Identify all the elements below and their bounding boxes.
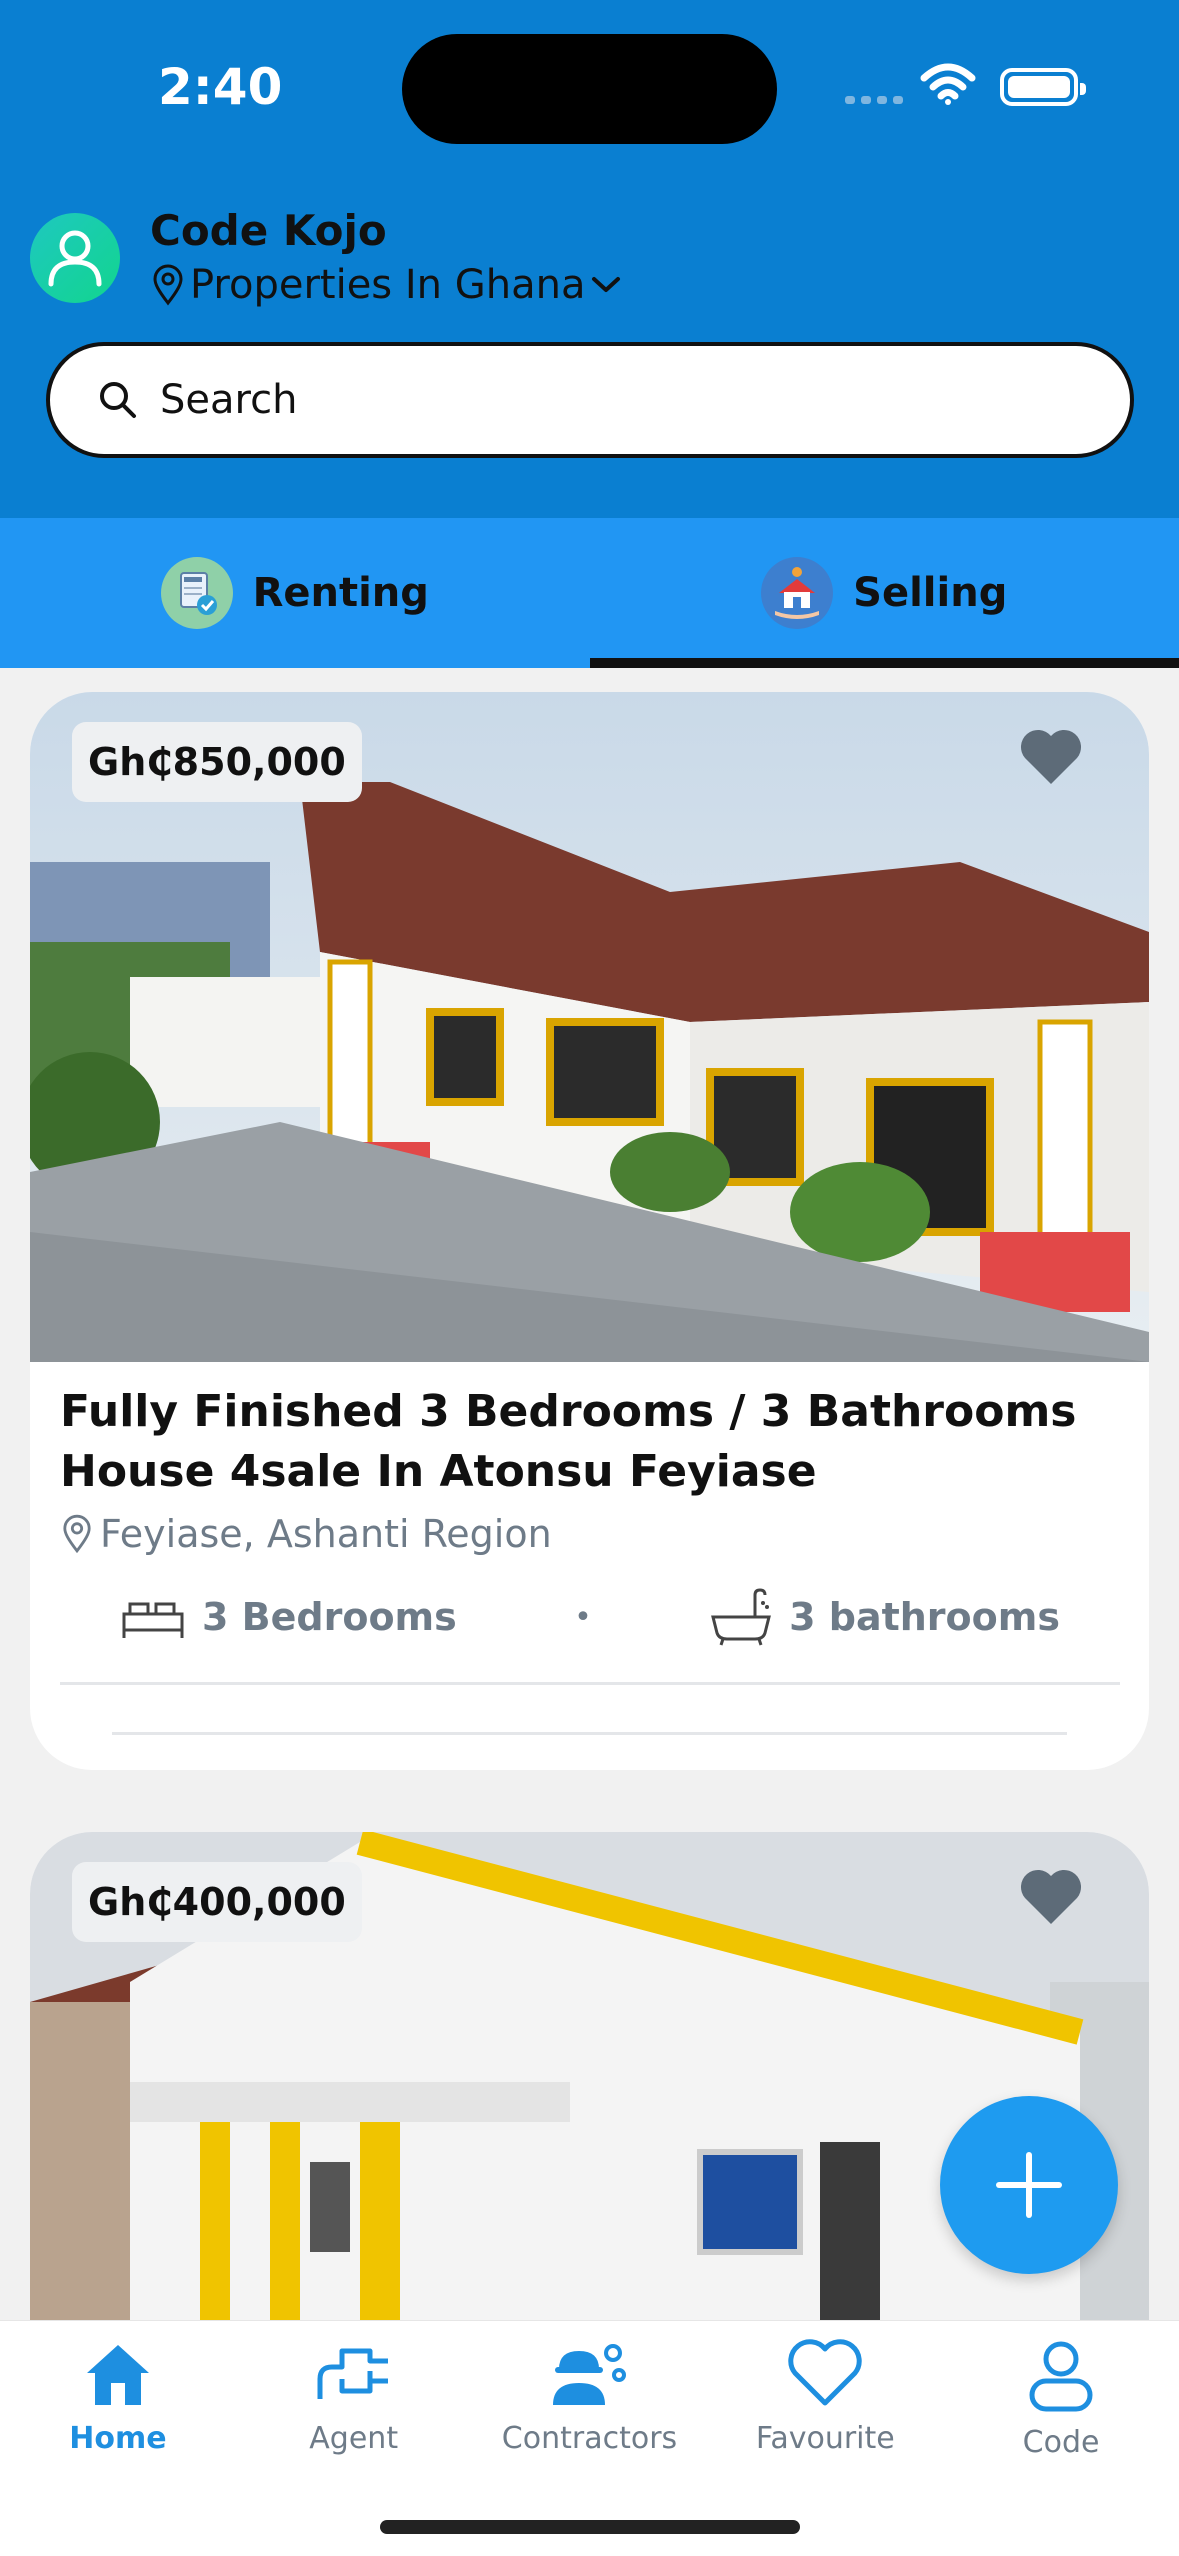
- cellular-signal-icon: [845, 96, 905, 104]
- price-badge: Gh₵400,000: [72, 1862, 362, 1942]
- nav-home[interactable]: Home: [0, 2321, 236, 2556]
- bedrooms-feature: 3 Bedrooms: [120, 1594, 457, 1640]
- bathrooms-feature: 3 bathrooms: [709, 1587, 1060, 1647]
- dynamic-island: [402, 34, 777, 144]
- tab-selling[interactable]: Selling: [589, 518, 1179, 668]
- add-listing-button[interactable]: [940, 2096, 1118, 2274]
- chevron-down-icon: [592, 277, 621, 292]
- property-location-text: Feyiase, Ashanti Region: [100, 1512, 552, 1556]
- rent-document-icon: [160, 557, 233, 629]
- property-features: 3 Bedrooms • 3 bathrooms: [60, 1582, 1120, 1652]
- tab-renting[interactable]: Renting: [0, 518, 590, 668]
- price-badge: Gh₵850,000: [72, 722, 362, 802]
- heart-icon: [788, 2339, 862, 2406]
- nav-profile-label: Code: [1022, 2425, 1100, 2460]
- search-icon: [100, 382, 136, 418]
- nav-profile[interactable]: Code: [943, 2321, 1179, 2556]
- profile-icon: [1029, 2341, 1093, 2412]
- active-tab-indicator: [589, 658, 1179, 668]
- bed-icon: [122, 1602, 184, 1638]
- bathrooms-text: 3 bathrooms: [789, 1595, 1060, 1639]
- battery-icon: [1000, 68, 1086, 106]
- listing-type-tabs: Renting Selling: [0, 518, 1179, 668]
- status-time: 2:40: [158, 58, 283, 116]
- tab-renting-label: Renting: [252, 570, 429, 616]
- location-selector-label: Properties In Ghana: [190, 262, 586, 308]
- feature-separator: •: [574, 1599, 592, 1635]
- divider: [60, 1682, 1120, 1685]
- divider: [112, 1732, 1067, 1735]
- plus-icon: [996, 2152, 1062, 2218]
- home-icon: [86, 2345, 149, 2405]
- nav-home-label: Home: [69, 2421, 167, 2456]
- bathtub-icon: [711, 1588, 771, 1646]
- location-selector[interactable]: Properties In Ghana: [152, 262, 621, 308]
- nav-contractors-label: Contractors: [501, 2421, 678, 2456]
- tab-selling-label: Selling: [853, 570, 1008, 616]
- property-location: Feyiase, Ashanti Region: [62, 1512, 552, 1556]
- home-indicator[interactable]: [380, 2520, 800, 2534]
- app-header: 2:40 Code Kojo Properties In Ghana Searc…: [0, 0, 1179, 518]
- agent-plug-icon: [317, 2348, 388, 2399]
- contractor-icon: [553, 2344, 627, 2405]
- property-title: Fully Finished 3 Bedrooms / 3 Bathrooms …: [60, 1386, 1077, 1497]
- avatar[interactable]: [30, 213, 120, 303]
- nav-favourite-label: Favourite: [755, 2421, 895, 2456]
- location-pin-icon: [153, 264, 183, 306]
- user-icon: [48, 230, 102, 287]
- wifi-icon: [920, 63, 976, 105]
- user-name: Code Kojo: [150, 206, 387, 255]
- search-placeholder: Search: [160, 377, 298, 423]
- property-photo[interactable]: Gh₵850,000: [30, 692, 1149, 1362]
- search-input[interactable]: Search: [46, 342, 1134, 458]
- nav-agent-label: Agent: [309, 2421, 399, 2456]
- bedrooms-text: 3 Bedrooms: [202, 1595, 457, 1639]
- favourite-heart-icon[interactable]: [1019, 728, 1083, 786]
- house-hand-icon: [761, 557, 834, 629]
- property-card[interactable]: Gh₵850,000 Fully Finished 3 Bedrooms / 3…: [30, 692, 1149, 1770]
- location-pin-icon: [63, 1514, 91, 1554]
- favourite-heart-icon[interactable]: [1019, 1868, 1083, 1926]
